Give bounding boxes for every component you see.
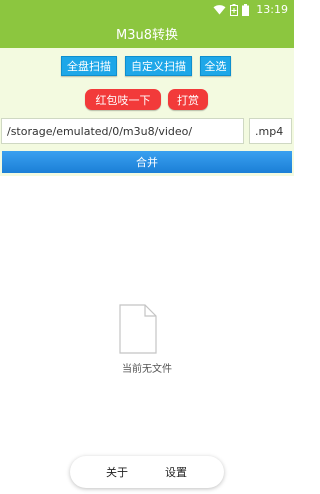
red-packet-button[interactable]: 红包吱一下 (85, 89, 161, 110)
path-input[interactable]: /storage/emulated/0/m3u8/video/ (1, 118, 244, 144)
battery-saver-icon (230, 3, 239, 16)
bottom-nav: 关于 设置 (70, 456, 224, 488)
about-label: 关于 (106, 466, 128, 479)
select-all-label: 全选 (204, 60, 227, 73)
scan-all-button[interactable]: 全盘扫描 (61, 56, 117, 76)
wifi-icon (213, 5, 226, 15)
merge-button[interactable]: 合并 (2, 151, 292, 173)
page-title: M3u8转换 (116, 27, 178, 43)
custom-scan-button[interactable]: 自定义扫描 (125, 56, 192, 76)
extension-input-value: .mp4 (255, 124, 284, 138)
empty-state-message: 当前无文件 (122, 364, 172, 375)
red-packet-label: 红包吱一下 (95, 93, 151, 107)
settings-button[interactable]: 设置 (146, 456, 206, 488)
file-icon (119, 304, 157, 354)
extension-input[interactable]: .mp4 (249, 118, 292, 144)
select-all-button[interactable]: 全选 (200, 56, 231, 76)
app-bar: M3u8转换 (0, 18, 294, 48)
reward-label: 打赏 (177, 93, 199, 107)
about-button[interactable]: 关于 (87, 456, 147, 488)
status-icons: 13:19 (213, 3, 288, 16)
scan-all-label: 全盘扫描 (67, 60, 111, 73)
status-bar: 13:19 (0, 0, 294, 18)
custom-scan-label: 自定义扫描 (131, 60, 186, 73)
settings-label: 设置 (165, 466, 187, 479)
merge-label: 合并 (136, 156, 158, 169)
status-time: 13:19 (256, 3, 288, 16)
reward-button[interactable]: 打赏 (168, 89, 208, 110)
battery-icon (242, 3, 250, 16)
path-input-value: /storage/emulated/0/m3u8/video/ (7, 124, 193, 138)
